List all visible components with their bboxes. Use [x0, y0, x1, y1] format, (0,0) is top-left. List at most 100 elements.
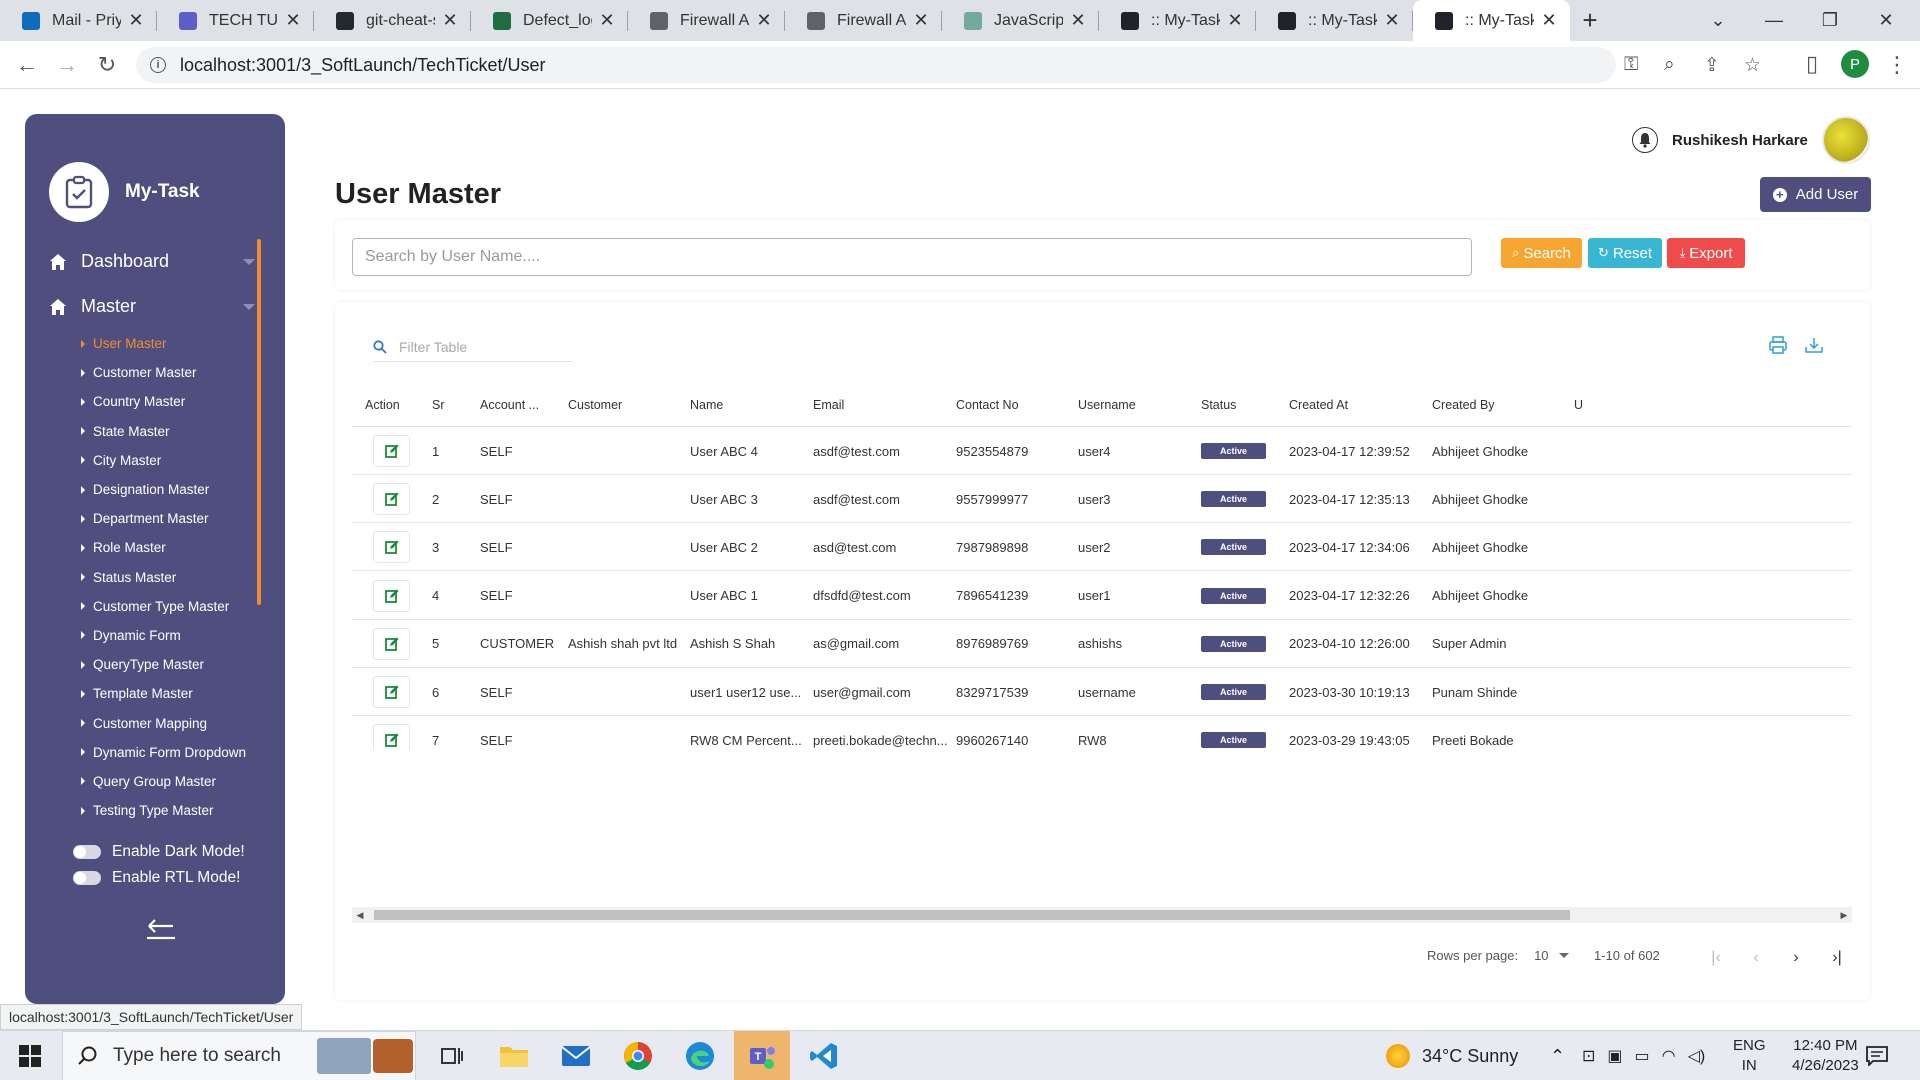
new-tab-button[interactable]: +	[1570, 0, 1610, 41]
browser-tab[interactable]: JavaScript in ✕	[942, 0, 1099, 41]
edit-row-button[interactable]	[373, 531, 410, 564]
close-tab-icon[interactable]: ✕	[284, 10, 302, 31]
sidebar-subitem[interactable]: Designation Master	[81, 475, 246, 504]
browser-tab[interactable]: :: My-Task ::✕	[1256, 0, 1413, 41]
side-panel-icon[interactable]: ▯	[1797, 50, 1827, 78]
show-hidden-icons-icon[interactable]: ⌃	[1550, 1031, 1565, 1080]
teams-icon[interactable]: T	[734, 1031, 790, 1080]
bell-icon[interactable]	[1632, 127, 1658, 153]
window-close-button[interactable]: ✕	[1858, 0, 1914, 41]
column-header[interactable]: Status	[1201, 382, 1236, 427]
column-header[interactable]: Name	[690, 382, 723, 427]
close-tab-icon[interactable]: ✕	[127, 10, 145, 31]
sidebar-item-dashboard[interactable]: Dashboard	[49, 251, 255, 272]
filter-table-input[interactable]	[399, 338, 559, 355]
column-header[interactable]: Created At	[1289, 382, 1348, 427]
edit-row-button[interactable]	[373, 579, 410, 612]
sidebar-subitem[interactable]: Customer Type Master	[81, 592, 246, 621]
browser-tab[interactable]: Firewall Aut ✕	[785, 0, 942, 41]
tab-search-chevron-icon[interactable]: ⌄	[1690, 0, 1746, 41]
battery-icon[interactable]: ▭	[1635, 1046, 1650, 1066]
windows-start-icon[interactable]	[19, 1045, 41, 1067]
reload-icon[interactable]: ↻	[92, 51, 122, 79]
sidebar-subitem[interactable]: Department Master	[81, 504, 246, 533]
notifications-icon[interactable]	[1866, 1031, 1888, 1080]
key-icon[interactable]: ⚿	[1624, 54, 1638, 76]
last-page-icon[interactable]: ›|	[1824, 948, 1850, 968]
minimize-button[interactable]: —	[1746, 0, 1802, 41]
first-page-icon[interactable]: |‹	[1703, 948, 1729, 968]
dark-mode-toggle-row[interactable]: Enable Dark Mode!	[73, 843, 245, 861]
taskbar-search[interactable]: Type here to search	[62, 1031, 416, 1080]
omnibox[interactable]: i localhost:3001/3_SoftLaunch/TechTicket…	[136, 47, 1761, 83]
share-icon[interactable]: ⇪	[1704, 54, 1720, 77]
sidebar-subitem[interactable]: Country Master	[81, 387, 246, 416]
sidebar-subitem[interactable]: Customer Master	[81, 358, 246, 387]
rtl-mode-toggle[interactable]	[73, 871, 101, 885]
browser-tab[interactable]: :: My-Task ::✕	[1413, 0, 1570, 41]
column-header[interactable]: U	[1574, 382, 1583, 427]
edit-row-button[interactable]	[373, 724, 410, 750]
search-input[interactable]	[352, 238, 1472, 276]
filter-table[interactable]	[373, 332, 573, 362]
close-tab-icon[interactable]: ✕	[1383, 10, 1401, 31]
maximize-button[interactable]: ❐	[1802, 0, 1858, 41]
next-page-icon[interactable]: ›	[1783, 948, 1809, 968]
column-header[interactable]: Contact No	[956, 382, 1019, 427]
brand[interactable]: My-Task	[49, 162, 200, 222]
edit-row-button[interactable]	[373, 483, 410, 516]
avatar[interactable]	[1821, 116, 1870, 164]
horizontal-scrollbar[interactable]: ◀ ▶	[352, 907, 1852, 923]
sidebar-subitem[interactable]: State Master	[81, 417, 246, 446]
edit-row-button[interactable]	[373, 676, 410, 708]
rows-per-page-select[interactable]: 10	[1534, 948, 1548, 963]
forward-icon[interactable]: →	[52, 51, 82, 79]
browser-tab[interactable]: Defect_log_ ✕	[471, 0, 628, 41]
scroll-right-icon[interactable]: ▶	[1836, 907, 1852, 923]
collapse-sidebar-button[interactable]	[143, 914, 179, 944]
clock[interactable]: 12:40 PM 4/26/2023	[1792, 1031, 1859, 1080]
profile-avatar[interactable]: P	[1841, 50, 1869, 78]
close-tab-icon[interactable]: ✕	[1069, 10, 1087, 31]
caret-down-icon[interactable]	[1558, 953, 1569, 958]
sidebar-item-master[interactable]: Master	[49, 296, 255, 317]
sidebar-scrollbar[interactable]	[257, 239, 261, 605]
close-tab-icon[interactable]: ✕	[441, 10, 459, 31]
column-header[interactable]: Action	[365, 382, 400, 427]
close-tab-icon[interactable]: ✕	[598, 10, 616, 31]
sidebar-subitem[interactable]: Query Group Master	[81, 767, 246, 796]
close-tab-icon[interactable]: ✕	[1540, 10, 1558, 31]
task-view-icon[interactable]	[428, 1036, 476, 1076]
edit-row-button[interactable]	[373, 627, 410, 660]
scrollbar-thumb[interactable]	[374, 910, 1570, 920]
site-info-icon[interactable]: i	[150, 57, 166, 73]
close-tab-icon[interactable]: ✕	[912, 10, 930, 31]
column-header[interactable]: Email	[813, 382, 844, 427]
sidebar-subitem[interactable]: Dynamic Form Dropdown	[81, 738, 246, 767]
bookmark-star-icon[interactable]: ☆	[1744, 54, 1761, 77]
zoom-icon[interactable]: ⌕	[1664, 54, 1675, 76]
chrome-icon[interactable]	[614, 1036, 662, 1076]
weather-widget[interactable]: 34°C Sunny	[1386, 1031, 1518, 1080]
browser-tab[interactable]: :: My-Task ::✕	[1099, 0, 1256, 41]
search-button[interactable]: ⌕ Search	[1501, 238, 1582, 268]
sidebar-subitem[interactable]: Role Master	[81, 533, 246, 562]
column-header[interactable]: Customer	[568, 382, 622, 427]
mail-icon[interactable]	[552, 1036, 600, 1076]
edge-icon[interactable]	[676, 1036, 724, 1076]
column-header[interactable]: Username	[1078, 382, 1136, 427]
sidebar-subitem[interactable]: Template Master	[81, 679, 246, 708]
sidebar-subitem[interactable]: QueryType Master	[81, 650, 246, 679]
sidebar-subitem[interactable]: Dynamic Form	[81, 621, 246, 650]
close-tab-icon[interactable]: ✕	[755, 10, 773, 31]
dark-mode-toggle[interactable]	[73, 845, 101, 859]
sidebar-subitem[interactable]: Status Master	[81, 563, 246, 592]
browser-tab[interactable]: TECH TURTLE ✕	[157, 0, 314, 41]
file-explorer-icon[interactable]	[490, 1036, 538, 1076]
download-icon[interactable]	[1803, 334, 1825, 356]
edit-row-button[interactable]	[373, 435, 410, 467]
print-icon[interactable]	[1767, 334, 1789, 356]
sidebar-subitem[interactable]: City Master	[81, 446, 246, 475]
add-user-button[interactable]: + Add User	[1760, 177, 1871, 212]
sidebar-subitem[interactable]: Customer Mapping	[81, 708, 246, 737]
